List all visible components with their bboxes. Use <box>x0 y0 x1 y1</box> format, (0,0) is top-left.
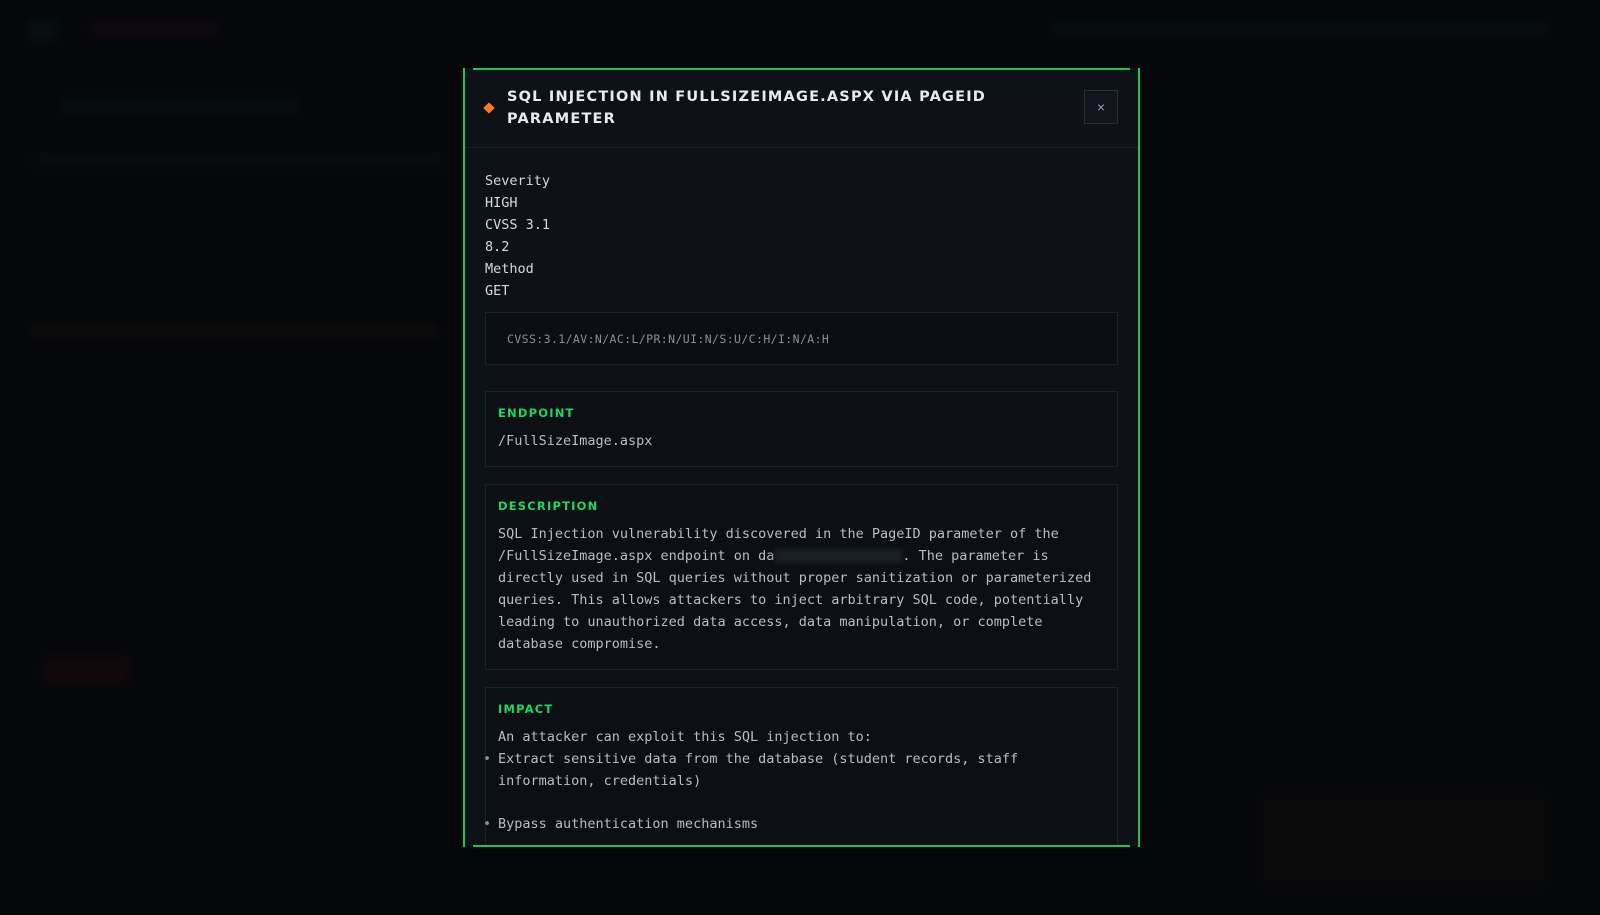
impact-section: IMPACT An attacker can exploit this SQL … <box>483 687 1118 847</box>
severity-label: Severity <box>485 173 551 189</box>
list-item: Bypass authentication mechanisms <box>483 813 1105 835</box>
modal-header: SQL INJECTION IN FULLSIZEIMAGE.ASPX VIA … <box>465 68 1138 148</box>
description-heading: DESCRIPTION <box>498 499 599 513</box>
list-item: Extract sensitive data from the database… <box>483 748 1105 792</box>
finding-detail-modal: SQL INJECTION IN FULLSIZEIMAGE.ASPX VIA … <box>463 68 1140 847</box>
finding-meta: Severity HIGH CVSS 3.1 8.2 Method GET <box>485 170 1118 302</box>
endpoint-section: ENDPOINT /FullSizeImage.aspx <box>485 391 1118 467</box>
impact-list: Extract sensitive data from the database… <box>483 748 1105 835</box>
endpoint-heading: ENDPOINT <box>498 406 575 420</box>
description-section: DESCRIPTION SQL Injection vulnerability … <box>485 484 1118 670</box>
cvss-label: CVSS 3.1 <box>485 217 551 233</box>
impact-intro: An attacker can exploit this SQL injecti… <box>498 729 872 745</box>
cvss-vector: CVSS:3.1/AV:N/AC:L/PR:N/UI:N/S:U/C:H/I:N… <box>485 312 1118 365</box>
modal-body: Severity HIGH CVSS 3.1 8.2 Method GET CV… <box>465 148 1138 847</box>
modal-accent-bottom <box>473 845 1130 847</box>
impact-heading: IMPACT <box>498 702 554 716</box>
cvss-score: 8.2 <box>485 239 510 255</box>
close-button[interactable]: × <box>1084 90 1118 124</box>
method-label: Method <box>485 261 534 277</box>
severity-diamond-icon <box>483 101 495 114</box>
severity-value: HIGH <box>485 195 518 211</box>
method-value: GET <box>485 283 510 299</box>
modal-title: SQL INJECTION IN FULLSIZEIMAGE.ASPX VIA … <box>507 88 987 127</box>
endpoint-value: /FullSizeImage.aspx <box>498 433 653 449</box>
description-text: SQL Injection vulnerability discovered i… <box>498 523 1105 655</box>
redacted-host <box>774 549 903 563</box>
